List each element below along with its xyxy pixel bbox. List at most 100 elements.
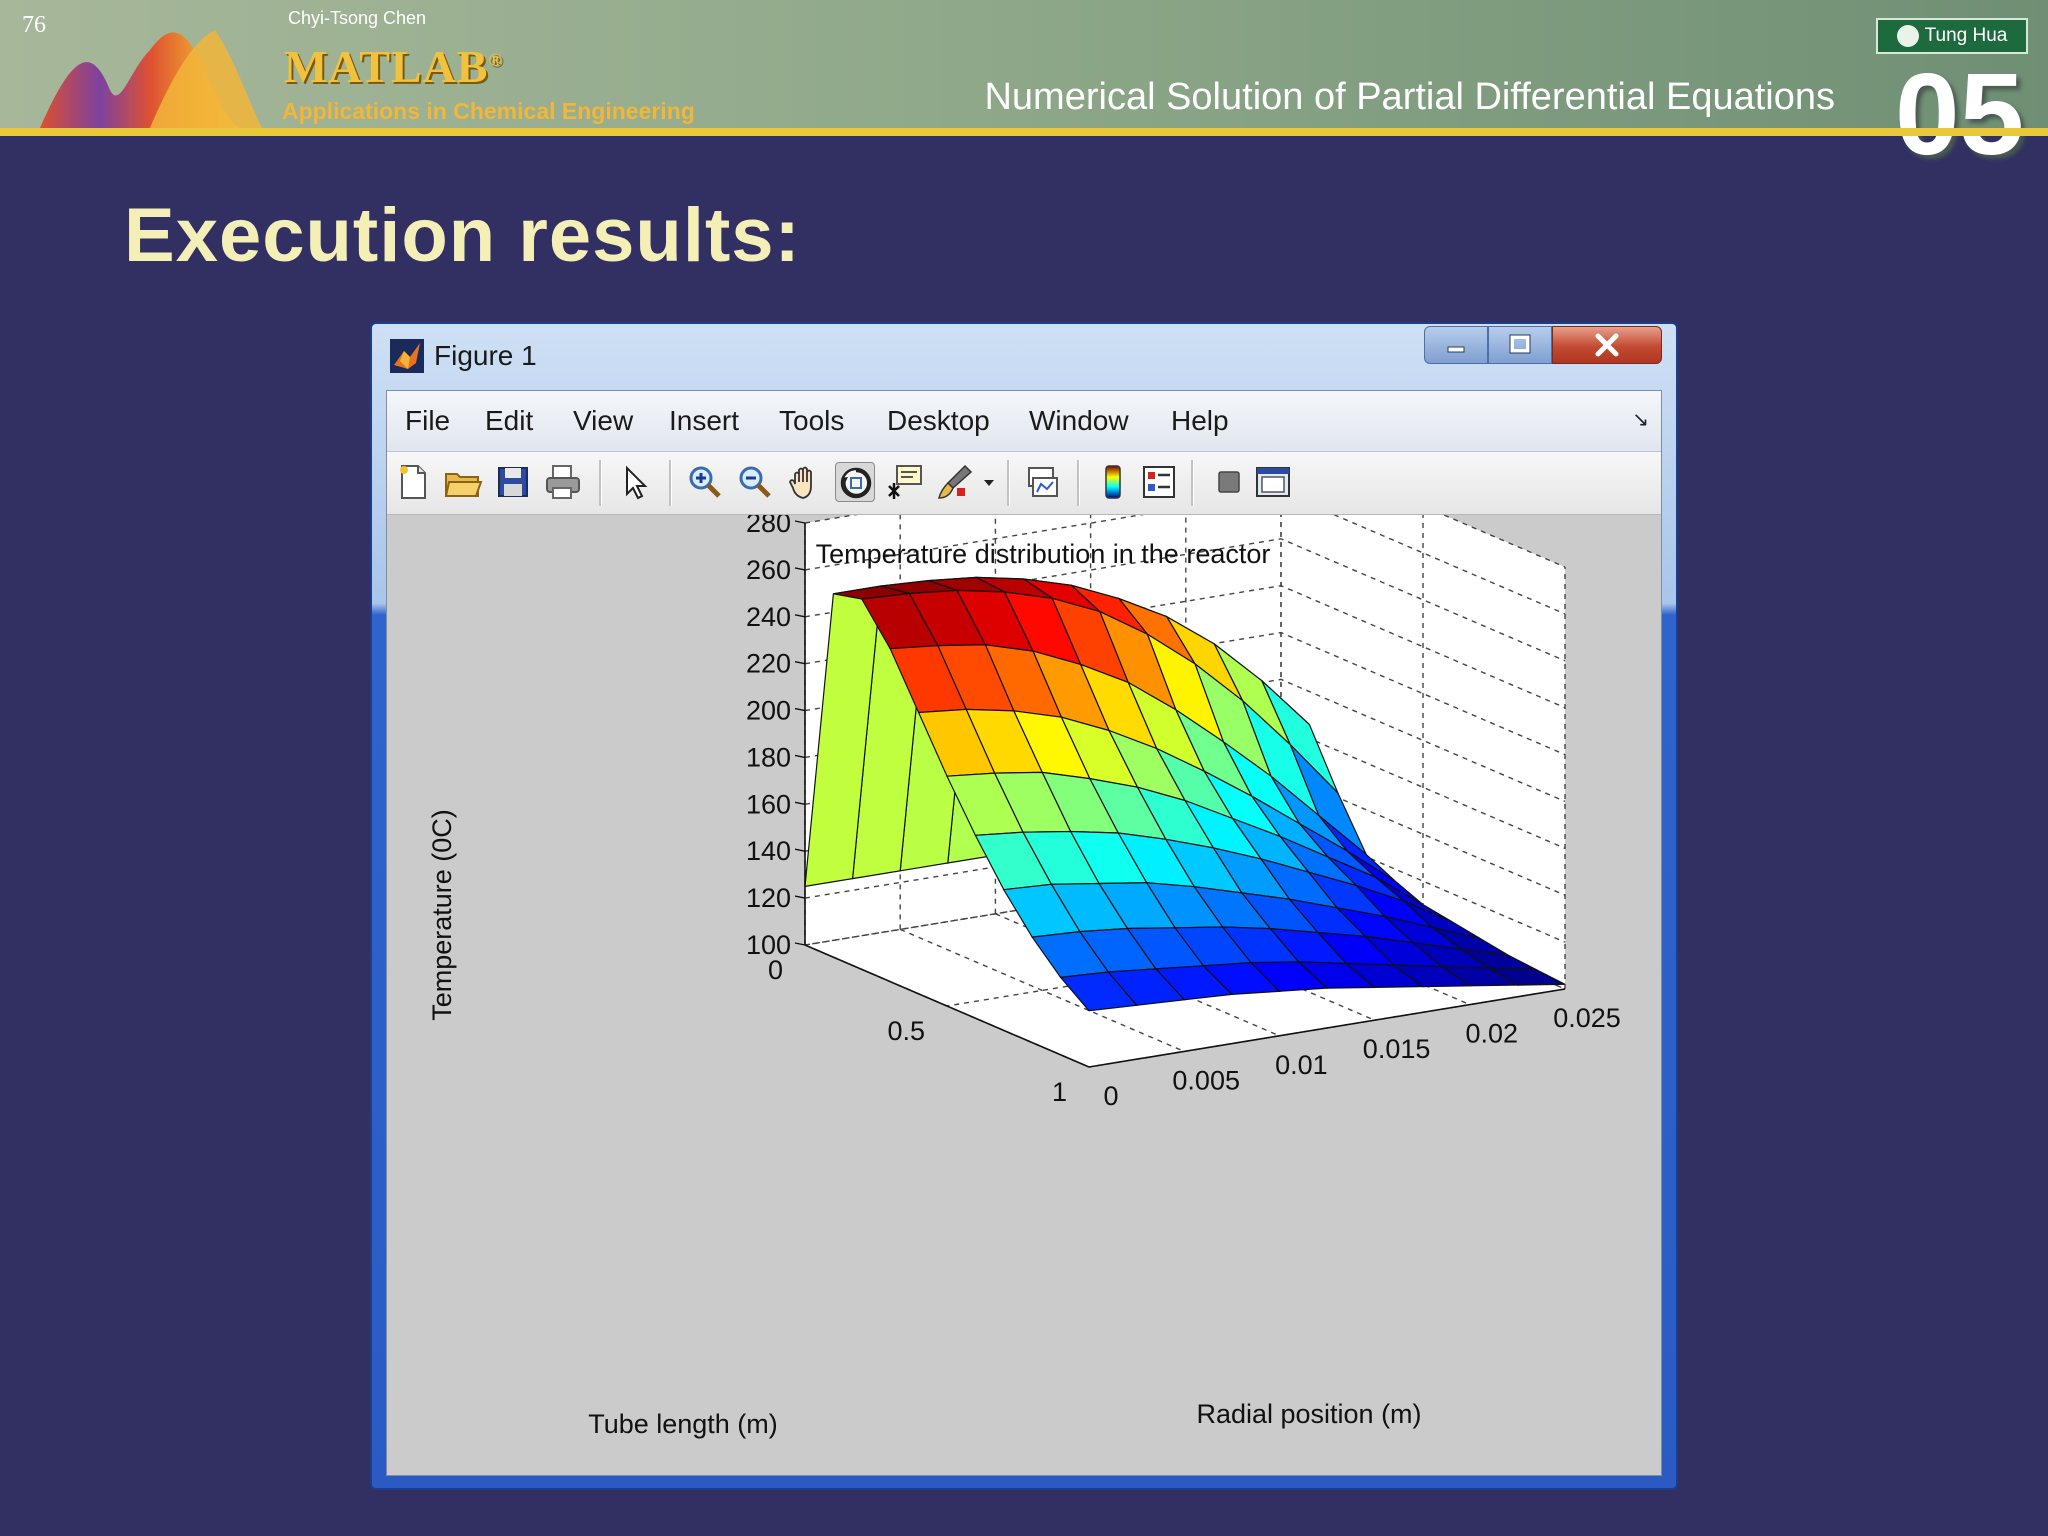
- figure-toolbar: [387, 452, 1661, 515]
- data-cursor-icon: [888, 465, 922, 499]
- toolbar-separator: [669, 460, 672, 506]
- z-tick-label: 200: [746, 696, 791, 726]
- edit-plot-icon: [626, 465, 648, 500]
- surface-plot[interactable]: 10012014016018020022024026028000.0050.01…: [387, 515, 1661, 1475]
- link-plot-icon: [1028, 467, 1058, 497]
- slide-title: Execution results:: [124, 193, 801, 278]
- new-figure-button[interactable]: [393, 462, 433, 502]
- z-tick-mark: [794, 942, 806, 946]
- z-tick-mark: [794, 848, 806, 852]
- z-tick-mark: [794, 614, 806, 618]
- chevron-down-icon: [984, 480, 994, 486]
- show-plot-tools-icon: [1256, 467, 1290, 497]
- new-figure-icon: [400, 465, 426, 499]
- menu-view[interactable]: View: [573, 405, 633, 437]
- hide-plot-tools-button[interactable]: [1209, 462, 1249, 502]
- maximize-icon: [1509, 334, 1531, 354]
- menu-insert[interactable]: Insert: [669, 405, 739, 437]
- z-tick-label: 160: [746, 789, 791, 819]
- minimize-icon: [1447, 346, 1465, 353]
- registered-mark: ®: [488, 49, 503, 70]
- chart-title: Temperature distribution in the reactor: [816, 539, 1271, 569]
- rotate-3d-button[interactable]: [835, 462, 875, 502]
- x-tick-label: 0.025: [1553, 1003, 1621, 1033]
- x-tick-label: 0.01: [1275, 1050, 1328, 1080]
- chapter-title: Numerical Solution of Partial Differenti…: [984, 76, 1835, 118]
- z-tick-mark: [794, 567, 806, 571]
- publisher-name: Tung Hua: [1924, 25, 2008, 46]
- close-button[interactable]: [1552, 326, 1662, 364]
- rotate-3d-icon: [840, 467, 872, 499]
- menu-edit[interactable]: Edit: [485, 405, 533, 437]
- legend-button[interactable]: [1139, 462, 1179, 502]
- open-file-icon: [444, 473, 483, 497]
- slide-header: 76 Chyi-Tsong Chen MATLAB® Applications …: [0, 0, 2048, 172]
- brush-button[interactable]: [935, 462, 975, 502]
- figure-window: Figure 1 File Edit View Insert Tools Des…: [370, 322, 1678, 1490]
- pan-icon: [789, 466, 812, 499]
- window-titlebar[interactable]: Figure 1: [390, 336, 537, 376]
- z-tick-label: 260: [746, 555, 791, 585]
- matlab-icon: [390, 339, 424, 373]
- menu-help[interactable]: Help: [1171, 405, 1229, 437]
- z-tick-mark: [794, 754, 806, 759]
- open-file-button[interactable]: [443, 462, 483, 502]
- colorbar-icon: [1105, 465, 1121, 499]
- menu-bar: File Edit View Insert Tools Desktop Wind…: [387, 391, 1661, 452]
- window-controls: [1424, 326, 1662, 364]
- save-button[interactable]: [493, 462, 533, 502]
- dock-arrow-icon[interactable]: ↘: [1632, 407, 1649, 432]
- z-tick-mark: [794, 895, 806, 899]
- page-number: 76: [22, 12, 46, 38]
- z-tick-mark: [794, 660, 806, 665]
- print-button[interactable]: [543, 462, 583, 502]
- colorbar-button[interactable]: [1093, 462, 1133, 502]
- hide-plot-tools-icon: [1218, 471, 1240, 493]
- minimize-button[interactable]: [1424, 326, 1488, 364]
- menu-desktop[interactable]: Desktop: [887, 405, 990, 437]
- author-name: Chyi-Tsong Chen: [288, 8, 427, 28]
- zoom-out-button[interactable]: [735, 462, 775, 502]
- z-axis-label: Temperature (0C): [427, 809, 457, 1021]
- zoom-out-icon: [739, 466, 771, 498]
- figure-client-area: File Edit View Insert Tools Desktop Wind…: [386, 390, 1662, 1476]
- x-tick-label: 0.015: [1363, 1034, 1431, 1064]
- brand-name: MATLAB: [284, 41, 489, 92]
- brush-dropdown-button[interactable]: [979, 462, 999, 502]
- maximize-button[interactable]: [1488, 326, 1552, 364]
- publisher-logo: Tung Hua: [1876, 18, 2028, 54]
- pan-button[interactable]: [785, 462, 825, 502]
- window-title: Figure 1: [434, 340, 537, 371]
- y-axis-label: Tube length (m): [588, 1409, 778, 1439]
- show-plot-tools-button[interactable]: [1253, 462, 1293, 502]
- data-cursor-button[interactable]: [885, 462, 925, 502]
- y-tick-label: 0.5: [887, 1016, 925, 1046]
- x-tick-label: 0: [1103, 1081, 1118, 1111]
- toolbar-separator: [1191, 460, 1194, 506]
- brand-subtitle: Applications in Chemical Engineering: [282, 98, 695, 124]
- z-tick-mark: [794, 707, 806, 712]
- brush-icon: [938, 464, 973, 499]
- z-tick-label: 180: [746, 742, 791, 772]
- plot-area[interactable]: 100 120 140 160 180 200 220 240 260 280 0 0.005 0.01…: [387, 515, 1661, 1475]
- menu-file[interactable]: File: [405, 405, 450, 437]
- toolbar-separator: [1077, 460, 1080, 506]
- z-tick-mark: [794, 520, 806, 524]
- z-tick-label: 240: [746, 602, 791, 632]
- close-icon: [1595, 333, 1619, 357]
- menu-window[interactable]: Window: [1029, 405, 1129, 437]
- menu-tools[interactable]: Tools: [779, 405, 844, 437]
- print-icon: [546, 465, 580, 499]
- zoom-in-button[interactable]: [685, 462, 725, 502]
- publisher-emblem-icon: [1896, 25, 1919, 47]
- save-icon: [498, 467, 528, 497]
- x-axis-label: Radial position (m): [1196, 1399, 1421, 1429]
- z-tick-mark: [794, 801, 806, 806]
- link-plot-button[interactable]: [1023, 462, 1063, 502]
- chapter-number: 05: [1894, 49, 2024, 179]
- z-tick-label: 140: [746, 836, 791, 866]
- z-tick-label: 120: [746, 883, 791, 913]
- z-tick-label: 280: [746, 515, 791, 538]
- legend-icon: [1143, 466, 1175, 498]
- edit-plot-button[interactable]: [615, 462, 655, 502]
